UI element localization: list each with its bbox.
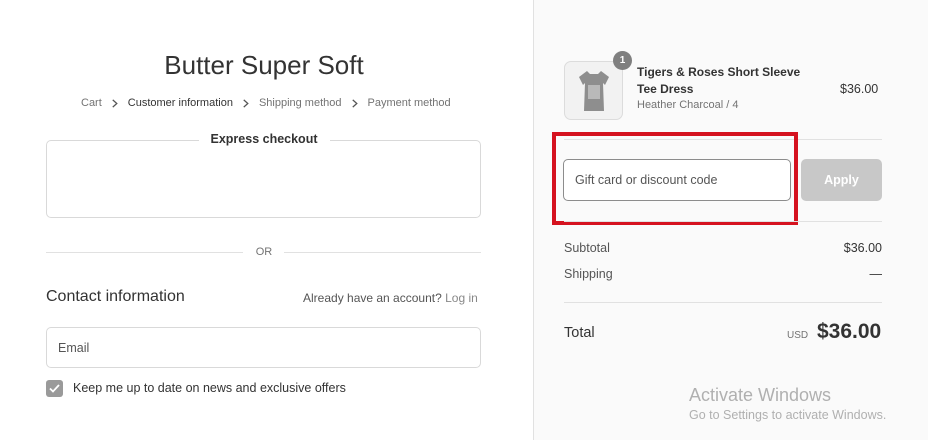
currency-code: USD (787, 330, 809, 341)
marketing-checkbox[interactable] (46, 380, 63, 397)
or-label: OR (255, 246, 273, 258)
product-price: $36.00 (840, 82, 879, 96)
or-divider-left (46, 252, 243, 253)
summary-divider (564, 302, 882, 303)
express-checkout-title: Express checkout (198, 132, 330, 146)
shipping-label: Shipping (564, 267, 613, 281)
product-thumbnail (564, 61, 623, 120)
subtotal-label: Subtotal (564, 241, 610, 255)
or-divider-right (284, 252, 481, 253)
contact-heading: Contact information (46, 288, 185, 305)
total-label: Total (564, 325, 595, 341)
total-value: $36.00 (817, 320, 882, 343)
store-title: Butter Super Soft (164, 50, 364, 80)
login-link[interactable]: Log in (445, 291, 478, 305)
quantity-badge: 1 (613, 51, 632, 70)
summary-divider (564, 221, 882, 222)
chevron-right-icon (350, 98, 360, 108)
marketing-label: Keep me up to date on news and exclusive… (73, 381, 346, 395)
breadcrumb-customer-information: Customer information (127, 97, 233, 109)
activate-windows-subtitle: Go to Settings to activate Windows. (689, 408, 887, 422)
breadcrumb-cart[interactable]: Cart (81, 97, 102, 109)
checkmark-icon (49, 384, 60, 393)
chevron-right-icon (241, 98, 251, 108)
apply-button[interactable]: Apply (801, 159, 882, 201)
subtotal-value: $36.00 (843, 241, 882, 255)
express-checkout-box (46, 140, 481, 218)
breadcrumb-shipping-method: Shipping method (258, 97, 342, 109)
product-name: Tigers & Roses Short Sleeve Tee Dress (637, 65, 801, 96)
email-field[interactable] (46, 327, 481, 368)
breadcrumb-payment-method: Payment method (367, 97, 451, 109)
main-content: Butter Super Soft Cart Customer informat… (0, 0, 533, 440)
activate-windows-title: Activate Windows (689, 385, 832, 405)
discount-code-input[interactable] (563, 159, 791, 201)
shipping-value: — (869, 267, 883, 281)
dress-icon (578, 70, 609, 111)
product-variant: Heather Charcoal / 4 (637, 99, 739, 111)
breadcrumb: Cart Customer information Shipping metho… (81, 97, 451, 109)
account-prompt: Already have an account? Log in (303, 291, 478, 305)
account-prompt-text: Already have an account? (303, 291, 442, 305)
chevron-right-icon (110, 98, 120, 108)
